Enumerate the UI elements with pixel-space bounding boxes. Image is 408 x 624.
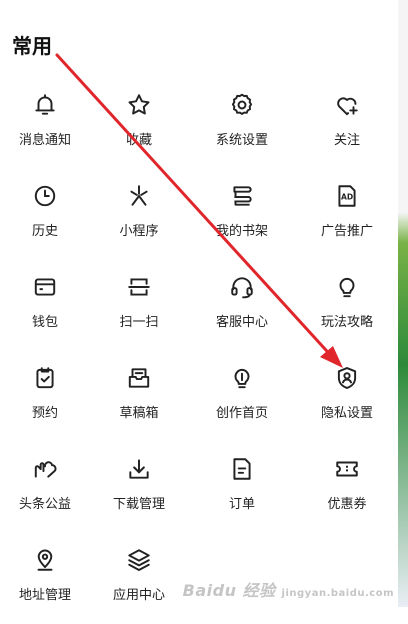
grid-item-label: 创作首页 bbox=[215, 406, 268, 421]
grid-item-gameplay-guide[interactable]: 玩法攻略 bbox=[296, 260, 398, 351]
shortcut-grid: 消息通知 收藏 系统设置 关注 历史 小程序 我的书架 AD 广告推广 钱包 扫… bbox=[0, 78, 398, 624]
bulb-pen-icon bbox=[234, 369, 250, 389]
grid-item-label: 头条公益 bbox=[18, 497, 71, 512]
layers-icon bbox=[128, 549, 150, 571]
charity-hand-icon bbox=[34, 461, 57, 478]
grid-item-privacy-settings[interactable]: 隐私设置 bbox=[296, 351, 398, 442]
grid-item-customer-service[interactable]: 客服中心 bbox=[188, 260, 296, 351]
gear-icon bbox=[231, 93, 253, 115]
shield-user-icon bbox=[337, 367, 357, 389]
grid-item-label: 关注 bbox=[333, 133, 360, 148]
grid-item-follow[interactable]: 关注 bbox=[296, 78, 398, 169]
grid-item-history[interactable]: 历史 bbox=[0, 169, 90, 260]
location-pin-icon bbox=[37, 549, 53, 571]
grid-item-label: 草稿箱 bbox=[119, 406, 159, 421]
watermark-sub: jingyan.baidu.com bbox=[281, 588, 394, 599]
background-edge bbox=[398, 0, 408, 607]
grid-item-advertising[interactable]: AD 广告推广 bbox=[296, 169, 398, 260]
grid-item-reservation[interactable]: 预约 bbox=[0, 351, 90, 442]
grid-item-system-settings[interactable]: 系统设置 bbox=[188, 78, 296, 169]
grid-item-label: 扫一扫 bbox=[119, 315, 159, 330]
grid-item-scan[interactable]: 扫一扫 bbox=[90, 260, 188, 351]
bell-icon bbox=[35, 94, 55, 115]
grid-item-bookshelf[interactable]: 我的书架 bbox=[188, 169, 296, 260]
clock-icon bbox=[34, 185, 56, 207]
heart-plus-icon bbox=[337, 97, 358, 116]
grid-item-label: 客服中心 bbox=[215, 315, 268, 330]
ticket-icon bbox=[336, 461, 358, 477]
grid-item-label: 预约 bbox=[31, 406, 58, 421]
grid-item-creator-home[interactable]: 创作首页 bbox=[188, 351, 296, 442]
svg-text:AD: AD bbox=[341, 192, 353, 201]
document-icon bbox=[233, 458, 251, 480]
grid-item-address-manager[interactable]: 地址管理 bbox=[0, 533, 90, 624]
lightbulb-icon bbox=[339, 278, 355, 298]
grid-item-mini-programs[interactable]: 小程序 bbox=[90, 169, 188, 260]
grid-item-download-manager[interactable]: 下载管理 bbox=[90, 442, 188, 533]
grid-item-orders[interactable]: 订单 bbox=[188, 442, 296, 533]
grid-item-label: 订单 bbox=[228, 497, 255, 512]
grid-item-charity[interactable]: 头条公益 bbox=[0, 442, 90, 533]
grid-item-label: 应用中心 bbox=[112, 588, 165, 603]
ad-icon: AD bbox=[338, 185, 356, 207]
grid-item-app-center[interactable]: 应用中心 bbox=[90, 533, 188, 624]
grid-item-label: 小程序 bbox=[119, 224, 159, 239]
scan-icon bbox=[128, 278, 150, 296]
grid-item-label: 下载管理 bbox=[112, 497, 165, 512]
grid-item-label: 历史 bbox=[31, 224, 58, 239]
inbox-icon bbox=[128, 368, 150, 388]
wallet-icon bbox=[34, 278, 56, 296]
star-icon bbox=[128, 94, 150, 115]
grid-item-favorites[interactable]: 收藏 bbox=[90, 78, 188, 169]
watermark: Baidu 经验 jingyan.baidu.com bbox=[183, 577, 394, 601]
bookshelf-icon bbox=[233, 186, 252, 206]
grid-item-wallet[interactable]: 钱包 bbox=[0, 260, 90, 351]
grid-item-label: 玩法攻略 bbox=[320, 315, 373, 330]
grid-item-label: 消息通知 bbox=[18, 133, 71, 148]
grid-item-label: 收藏 bbox=[125, 133, 152, 148]
clipboard-check-icon bbox=[36, 367, 54, 389]
grid-item-label: 系统设置 bbox=[215, 133, 268, 148]
grid-item-coupons[interactable]: 优惠券 bbox=[296, 442, 398, 533]
grid-item-label: 优惠券 bbox=[327, 497, 367, 512]
headset-icon bbox=[231, 277, 253, 299]
grid-item-drafts[interactable]: 草稿箱 bbox=[90, 351, 188, 442]
grid-item-notifications[interactable]: 消息通知 bbox=[0, 78, 90, 169]
grid-item-label: 隐私设置 bbox=[320, 406, 373, 421]
grid-item-label: 广告推广 bbox=[320, 224, 373, 239]
grid-item-label: 我的书架 bbox=[215, 224, 268, 239]
download-icon bbox=[129, 459, 149, 479]
mini-program-icon bbox=[130, 185, 148, 206]
common-panel: 常用 消息通知 收藏 系统设置 关注 历史 小程序 我的书架 AD 广告推广 钱… bbox=[0, 0, 398, 607]
grid-item-label: 钱包 bbox=[31, 315, 58, 330]
watermark-text: Baidu 经验 bbox=[182, 581, 276, 600]
grid-item-label: 地址管理 bbox=[18, 588, 71, 603]
section-title: 常用 bbox=[12, 34, 52, 58]
